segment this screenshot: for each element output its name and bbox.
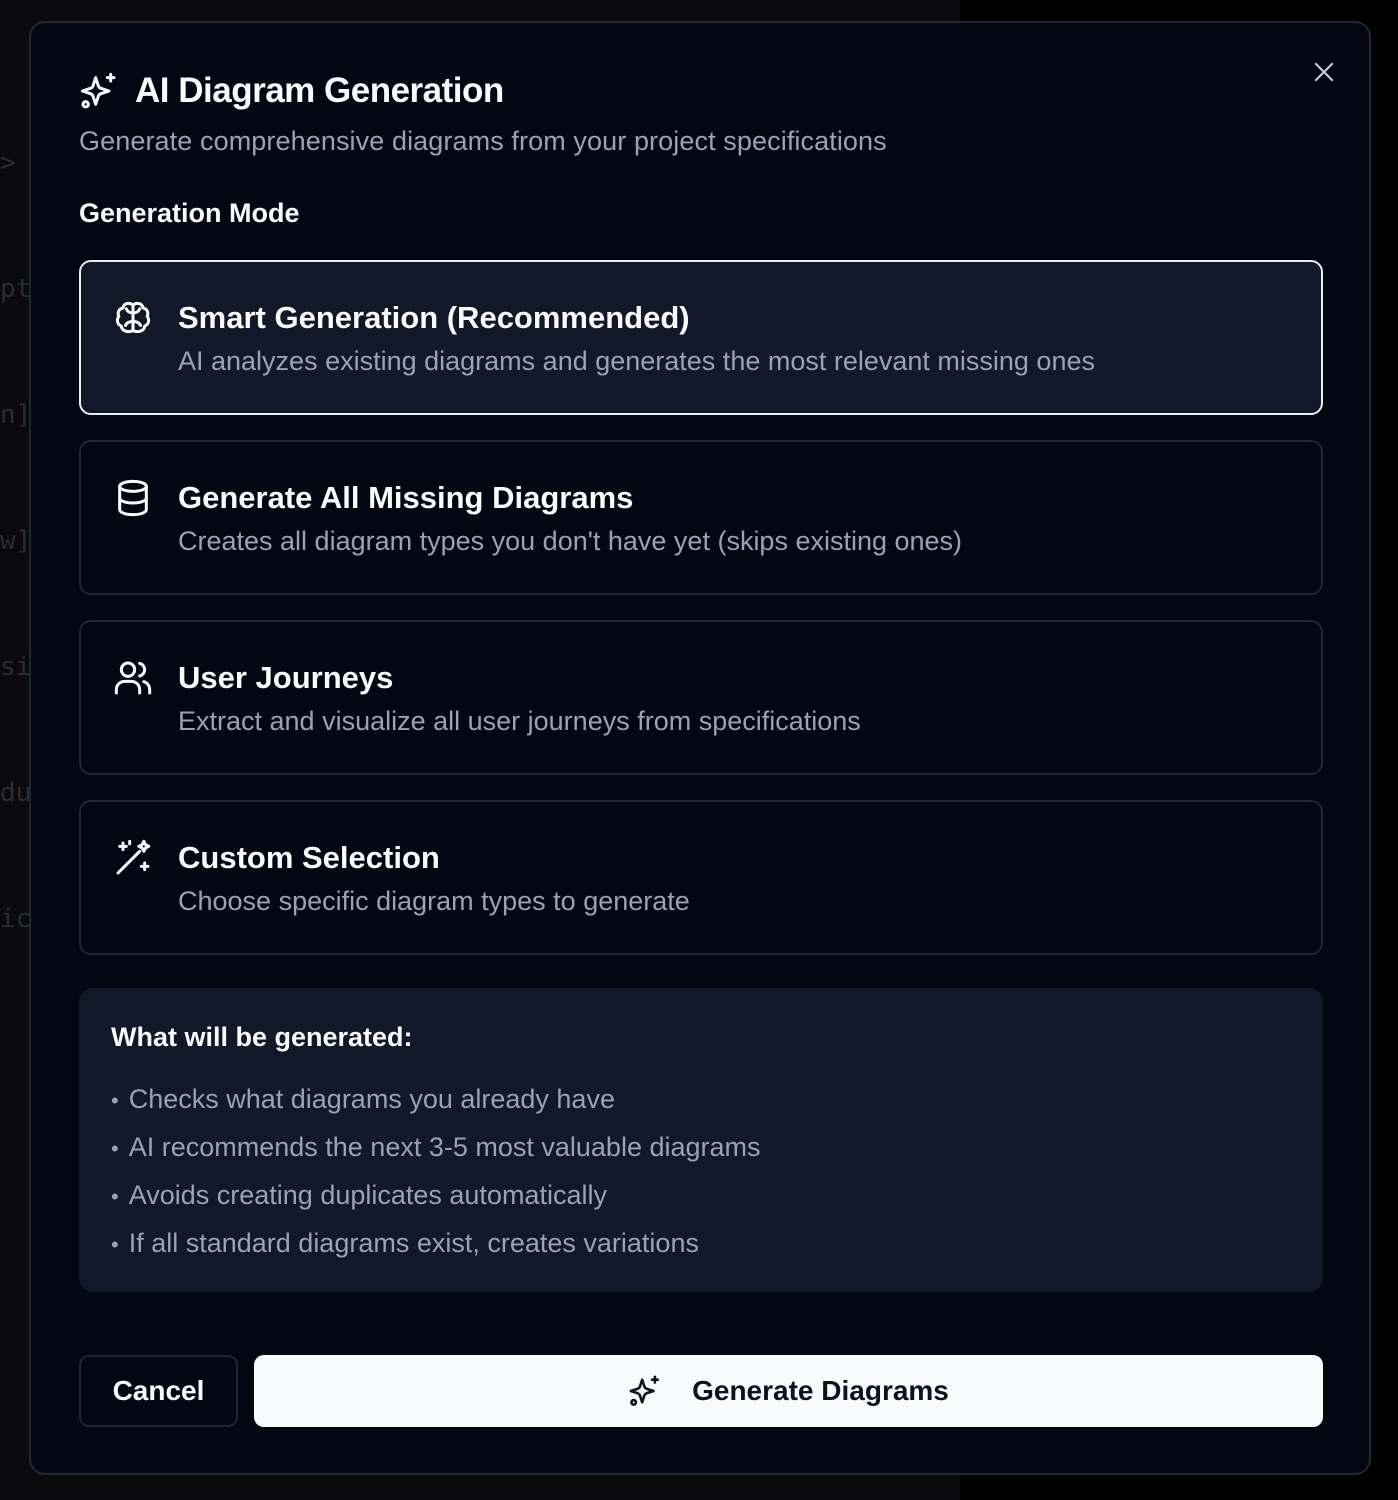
option-custom-selection[interactable]: Custom Selection Choose specific diagram… — [79, 800, 1323, 955]
dialog-header: AI Diagram Generation Generate comprehen… — [79, 69, 1321, 157]
option-description: Choose specific diagram types to generat… — [178, 886, 690, 916]
option-title: Custom Selection — [178, 840, 440, 875]
ai-diagram-generation-dialog: AI Diagram Generation Generate comprehen… — [29, 21, 1371, 1475]
option-generate-all-missing[interactable]: Generate All Missing Diagrams Creates al… — [79, 440, 1323, 595]
generation-info-panel: What will be generated: Checks what diag… — [79, 988, 1323, 1292]
list-item: If all standard diagrams exist, creates … — [111, 1219, 1291, 1267]
database-icon — [118, 479, 148, 517]
dialog-footer: Cancel Generate Diagrams — [79, 1355, 1323, 1427]
option-title: Smart Generation (Recommended) — [178, 300, 690, 335]
info-list: Checks what diagrams you already have AI… — [111, 1075, 1291, 1267]
option-description: AI analyzes existing diagrams and genera… — [178, 346, 1095, 376]
info-title: What will be generated: — [111, 1022, 413, 1052]
generation-mode-options: Smart Generation (Recommended) AI analyz… — [79, 260, 1323, 980]
option-title: Generate All Missing Diagrams — [178, 480, 634, 515]
sparkles-icon — [80, 72, 116, 109]
option-description: Extract and visualize all user journeys … — [178, 706, 861, 736]
brain-icon — [115, 301, 151, 334]
list-item: AI recommends the next 3-5 most valuable… — [111, 1123, 1291, 1171]
generate-diagrams-button[interactable]: Generate Diagrams — [254, 1355, 1323, 1427]
dialog-title: AI Diagram Generation — [135, 71, 504, 110]
option-smart-generation[interactable]: Smart Generation (Recommended) AI analyz… — [79, 260, 1323, 415]
magic-wand-icon — [116, 839, 151, 875]
users-icon — [114, 661, 152, 695]
generation-mode-label: Generation Mode — [79, 198, 300, 228]
list-item: Checks what diagrams you already have — [111, 1075, 1291, 1123]
list-item: Avoids creating duplicates automatically — [111, 1171, 1291, 1219]
option-title: User Journeys — [178, 660, 394, 695]
option-description: Creates all diagram types you don't have… — [178, 526, 963, 556]
generate-button-label: Generate Diagrams — [692, 1375, 949, 1406]
cancel-button[interactable]: Cancel — [79, 1355, 238, 1427]
dialog-subtitle: Generate comprehensive diagrams from you… — [79, 126, 887, 156]
option-user-journeys[interactable]: User Journeys Extract and visualize all … — [79, 620, 1323, 775]
sparkles-icon — [629, 1375, 660, 1406]
